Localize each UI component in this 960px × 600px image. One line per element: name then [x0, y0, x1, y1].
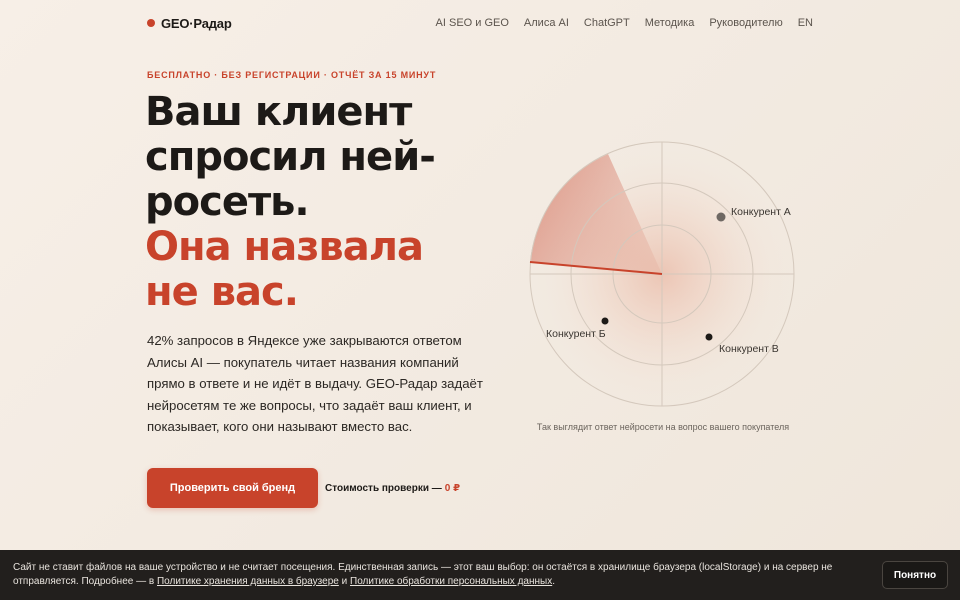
cta-row: Проверить свой бренд Стоимость проверки …	[147, 468, 460, 508]
hero-eyebrow: БЕСПЛАТНО · БЕЗ РЕГИСТРАЦИИ · ОТЧЁТ ЗА 1…	[147, 70, 437, 80]
price-value: 0 ₽	[444, 482, 461, 494]
radar-illustration	[529, 141, 795, 407]
competitor-a-dot	[716, 212, 726, 222]
nav-link-alisa-ai[interactable]: Алиса AI	[524, 17, 569, 29]
price-label: Стоимость проверки —	[325, 482, 442, 494]
radar-caption: Так выглядит ответ нейросети на вопрос в…	[536, 422, 790, 432]
cookie-banner: Сайт не ставит файлов на ваше устройство…	[0, 550, 960, 600]
storage-policy-link[interactable]: Политике хранения данных в браузере	[157, 576, 339, 587]
competitor-a-label: Конкурент А	[731, 206, 791, 218]
competitor-b-dot	[601, 317, 609, 325]
privacy-policy-link[interactable]: Политике обработки персональных данных	[350, 576, 552, 587]
headline-accent-line: не вас.	[145, 269, 299, 315]
logo[interactable]: GEO·Радар	[147, 16, 232, 31]
check-brand-button[interactable]: Проверить свой бренд	[147, 468, 318, 508]
check-price: Стоимость проверки —0 ₽	[325, 483, 460, 494]
logo-dot-icon	[147, 19, 155, 27]
nav-link-for-managers[interactable]: Руководителю	[709, 17, 782, 29]
cookie-text-end: .	[552, 576, 555, 587]
headline-accent: Она назвала не вас.	[145, 225, 485, 315]
hero-headline: Ваш клиент спросил ней- росеть. Она назв…	[145, 90, 485, 315]
logo-text: GEO·Радар	[161, 15, 232, 31]
headline-line: спросил ней-	[145, 134, 436, 180]
site-header: GEO·Радар AI SEO и GEO Алиса AI ChatGPT …	[147, 14, 813, 32]
nav-link-ai-seo[interactable]: AI SEO и GEO	[436, 17, 509, 29]
nav-link-methodology[interactable]: Методика	[645, 17, 695, 29]
nav-link-language-en[interactable]: EN	[798, 17, 813, 29]
competitor-b-label: Конкурент Б	[546, 328, 606, 340]
cookie-text-and: и	[338, 576, 350, 587]
headline-main: Ваш клиент спросил ней- росеть.	[145, 90, 485, 225]
competitor-v-dot	[705, 333, 713, 341]
cookie-text: Сайт не ставит файлов на ваше устройство…	[13, 561, 833, 590]
hero-lead: 42% запросов в Яндексе уже закрываются о…	[147, 333, 483, 434]
headline-line: росеть.	[145, 179, 310, 225]
cookie-accept-button[interactable]: Понятно	[882, 561, 948, 589]
competitor-v-label: Конкурент В	[719, 343, 779, 355]
headline-line: Ваш клиент	[145, 89, 412, 135]
main-nav: AI SEO и GEO Алиса AI ChatGPT Методика Р…	[436, 17, 813, 29]
headline-accent-line: Она назвала	[145, 224, 424, 270]
nav-link-chatgpt[interactable]: ChatGPT	[584, 17, 630, 29]
